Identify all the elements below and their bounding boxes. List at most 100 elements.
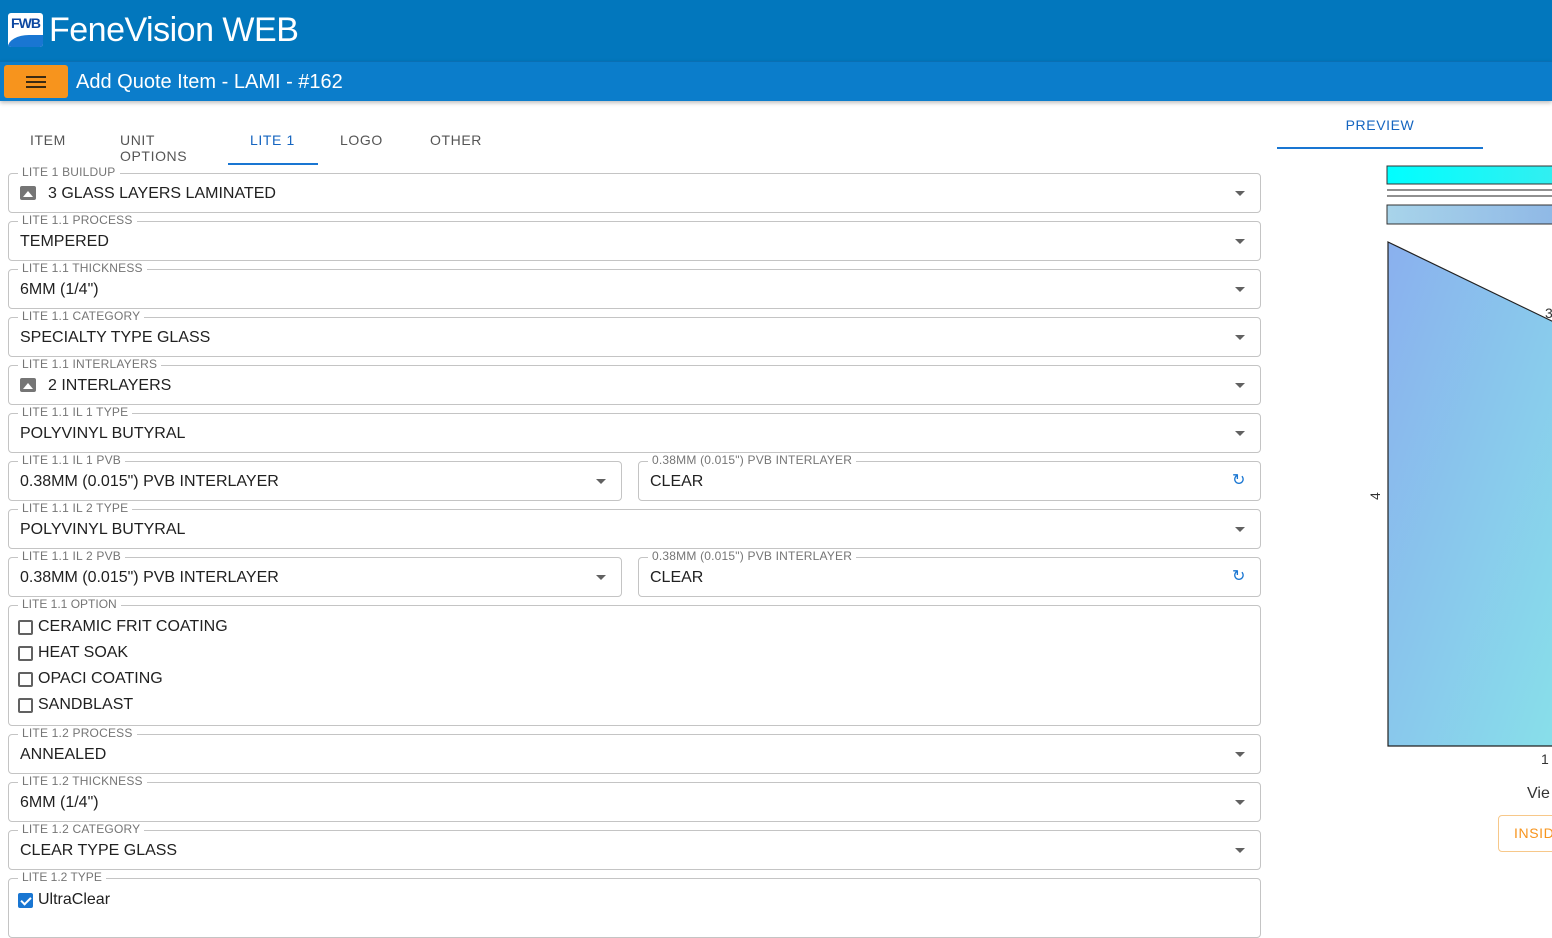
- group-label: LITE 1.1 OPTION: [18, 597, 121, 611]
- dropdown-arrow-icon[interactable]: [1235, 191, 1245, 196]
- brand: FWB FeneVision WEB: [8, 11, 299, 49]
- lite11-il2-type-select[interactable]: LITE 1.1 IL 2 TYPE POLYVINYL BUTYRAL: [8, 501, 1261, 549]
- logo-text: FWB: [11, 15, 41, 31]
- checkbox-label: UltraClear: [38, 891, 111, 908]
- dropdown-arrow-icon[interactable]: [596, 575, 606, 580]
- refresh-icon[interactable]: ↻: [1232, 569, 1248, 585]
- field-value: 6MM (1/4"): [20, 281, 99, 298]
- glass-layer-bottom: [1386, 204, 1552, 225]
- image-icon: [20, 378, 36, 392]
- option-ceramic-frit[interactable]: CERAMIC FRIT COATING: [18, 616, 228, 638]
- dropdown-arrow-icon[interactable]: [1235, 383, 1245, 388]
- dropdown-arrow-icon[interactable]: [1235, 431, 1245, 436]
- dropdown-arrow-icon[interactable]: [1235, 848, 1245, 853]
- page-header: Add Quote Item - LAMI - #162: [0, 61, 1552, 101]
- option-ultraclear[interactable]: UltraClear: [18, 889, 110, 911]
- tab-preview[interactable]: PREVIEW: [1277, 110, 1483, 149]
- field-label: LITE 1.1 INTERLAYERS: [18, 357, 162, 371]
- checkbox-label: SANDBLAST: [38, 696, 134, 713]
- menu-button[interactable]: [4, 65, 68, 98]
- option-sandblast[interactable]: SANDBLAST: [18, 694, 133, 716]
- hamburger-icon: [26, 75, 46, 88]
- field-label: 0.38MM (0.015") PVB INTERLAYER: [648, 549, 857, 563]
- lite11-category-select[interactable]: LITE 1.1 CATEGORY SPECIALTY TYPE GLASS: [8, 309, 1261, 357]
- page-title: Add Quote Item - LAMI - #162: [76, 71, 343, 93]
- group-label: LITE 1.2 TYPE: [18, 870, 106, 884]
- refresh-icon[interactable]: ↻: [1232, 473, 1248, 489]
- checkbox-checked[interactable]: [18, 892, 33, 908]
- lite12-category-select[interactable]: LITE 1.2 CATEGORY CLEAR TYPE GLASS: [8, 822, 1261, 870]
- inside-view-button[interactable]: INSID: [1498, 815, 1552, 852]
- dropdown-arrow-icon[interactable]: [1235, 527, 1245, 532]
- field-value: TEMPERED: [20, 233, 109, 250]
- checkbox[interactable]: [18, 671, 33, 687]
- field-label: LITE 1 BUILDUP: [18, 165, 120, 179]
- field-label: LITE 1.1 IL 2 PVB: [18, 549, 126, 563]
- field-value: CLEAR TYPE GLASS: [20, 842, 178, 859]
- option-opaci-coating[interactable]: OPACI COATING: [18, 668, 163, 690]
- option-heat-soak[interactable]: HEAT SOAK: [18, 642, 128, 664]
- lite11-option-group: LITE 1.1 OPTION CERAMIC FRIT COATING HEA…: [8, 597, 1261, 726]
- tab-unit-options[interactable]: UNIT OPTIONS: [98, 118, 228, 165]
- field-label: LITE 1.2 CATEGORY: [18, 822, 145, 836]
- field-label: LITE 1.1 IL 2 TYPE: [18, 501, 133, 515]
- field-value: CLEAR: [650, 473, 704, 490]
- field-value: 2 INTERLAYERS: [48, 377, 172, 394]
- tab-logo[interactable]: LOGO: [318, 118, 408, 165]
- lite11-il2-color-field[interactable]: 0.38MM (0.015") PVB INTERLAYER CLEAR ↻: [638, 549, 1261, 597]
- field-label: LITE 1.1 THICKNESS: [18, 261, 147, 275]
- field-label: 0.38MM (0.015") PVB INTERLAYER: [648, 453, 857, 467]
- dim-bottom-label: 1: [1541, 751, 1549, 767]
- field-label: LITE 1.2 THICKNESS: [18, 774, 147, 788]
- field-value: 6MM (1/4"): [20, 794, 99, 811]
- checkbox[interactable]: [18, 645, 33, 661]
- fwb-logo: FWB: [8, 13, 43, 47]
- dropdown-arrow-icon[interactable]: [1235, 752, 1245, 757]
- field-label: LITE 1.1 IL 1 PVB: [18, 453, 126, 467]
- dropdown-arrow-icon[interactable]: [1235, 287, 1245, 292]
- field-value: POLYVINYL BUTYRAL: [20, 521, 186, 538]
- field-value: 0.38MM (0.015") PVB INTERLAYER: [20, 569, 279, 586]
- field-value: ANNEALED: [20, 746, 107, 763]
- checkbox[interactable]: [18, 697, 33, 713]
- checkbox-label: HEAT SOAK: [38, 644, 129, 661]
- lite12-process-select[interactable]: LITE 1.2 PROCESS ANNEALED: [8, 726, 1261, 774]
- field-value: CLEAR: [650, 569, 704, 586]
- dropdown-arrow-icon[interactable]: [596, 479, 606, 484]
- field-value: 0.38MM (0.015") PVB INTERLAYER: [20, 473, 279, 490]
- glass-layer-top: [1386, 165, 1552, 185]
- field-value: POLYVINYL BUTYRAL: [20, 425, 186, 442]
- lite11-process-select[interactable]: LITE 1.1 PROCESS TEMPERED: [8, 213, 1261, 261]
- lite11-il1-color-field[interactable]: 0.38MM (0.015") PVB INTERLAYER CLEAR ↻: [638, 453, 1261, 501]
- image-icon: [20, 186, 36, 200]
- checkbox[interactable]: [18, 619, 33, 635]
- lite11-il1-type-select[interactable]: LITE 1.1 IL 1 TYPE POLYVINYL BUTYRAL: [8, 405, 1261, 453]
- dim-left-label: 4: [1367, 492, 1383, 500]
- tab-bar: ITEM UNIT OPTIONS LITE 1 LOGO OTHER: [8, 118, 498, 165]
- lite11-il2-pvb-select[interactable]: LITE 1.1 IL 2 PVB 0.38MM (0.015") PVB IN…: [8, 549, 622, 597]
- dim-top-label: 3: [1545, 305, 1552, 321]
- lite12-type-group: LITE 1.2 TYPE UltraClear: [8, 870, 1261, 938]
- tab-other[interactable]: OTHER: [408, 118, 498, 165]
- dropdown-arrow-icon[interactable]: [1235, 800, 1245, 805]
- field-label: LITE 1.1 CATEGORY: [18, 309, 145, 323]
- lite1-buildup-select[interactable]: LITE 1 BUILDUP 3 GLASS LAYERS LAMINATED: [8, 165, 1261, 213]
- glass-preview: 3 4 1: [1367, 165, 1552, 767]
- field-value: SPECIALTY TYPE GLASS: [20, 329, 211, 346]
- lite11-interlayers-select[interactable]: LITE 1.1 INTERLAYERS 2 INTERLAYERS: [8, 357, 1261, 405]
- lite11-il1-pvb-select[interactable]: LITE 1.1 IL 1 PVB 0.38MM (0.015") PVB IN…: [8, 453, 622, 501]
- checkbox-label: OPACI COATING: [38, 670, 163, 687]
- tab-lite-1[interactable]: LITE 1: [228, 118, 318, 165]
- view-label: Vie: [1527, 785, 1550, 802]
- checkbox-label: CERAMIC FRIT COATING: [38, 618, 228, 635]
- logo-wave: [8, 35, 43, 47]
- field-value: 3 GLASS LAYERS LAMINATED: [48, 185, 276, 202]
- dropdown-arrow-icon[interactable]: [1235, 335, 1245, 340]
- dropdown-arrow-icon[interactable]: [1235, 239, 1245, 244]
- field-label: LITE 1.1 PROCESS: [18, 213, 137, 227]
- glass-shape: [1387, 241, 1552, 747]
- app-name: FeneVision WEB: [49, 11, 299, 49]
- lite12-thickness-select[interactable]: LITE 1.2 THICKNESS 6MM (1/4"): [8, 774, 1261, 822]
- lite11-thickness-select[interactable]: LITE 1.1 THICKNESS 6MM (1/4"): [8, 261, 1261, 309]
- tab-item[interactable]: ITEM: [8, 118, 98, 165]
